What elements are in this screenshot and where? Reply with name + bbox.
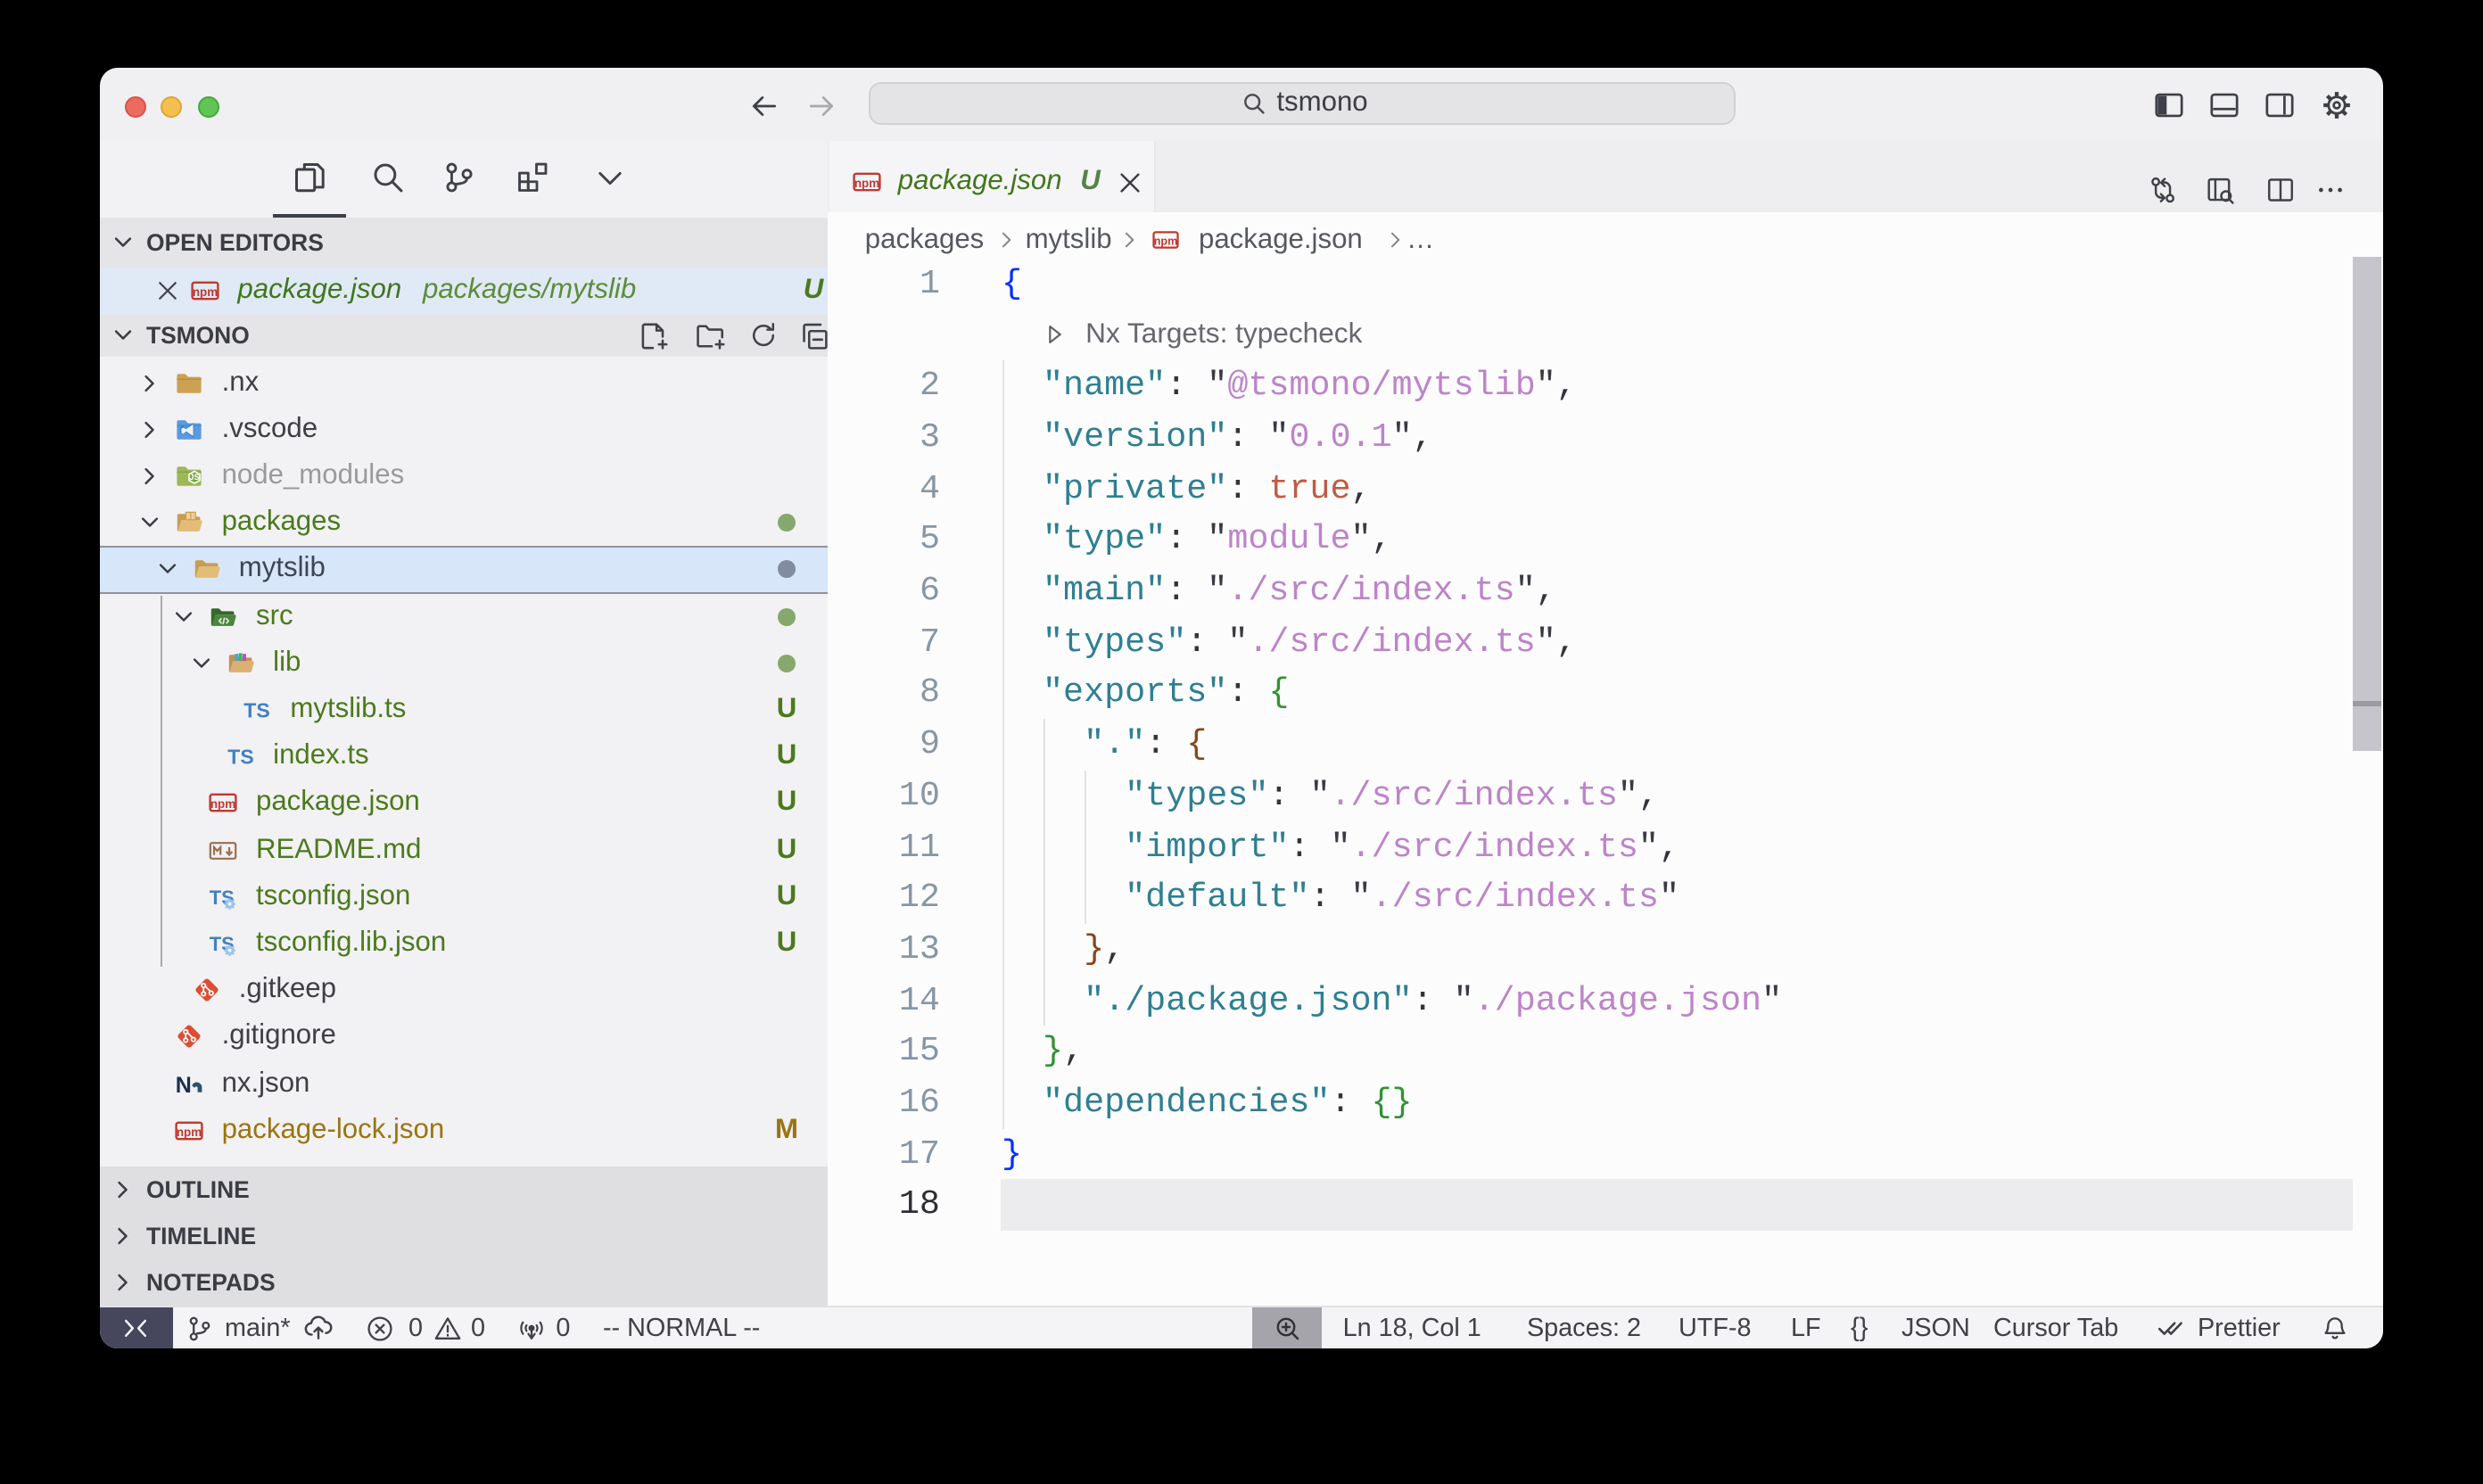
svg-text:npm: npm — [855, 177, 880, 190]
svg-text:npm: npm — [1155, 235, 1179, 248]
